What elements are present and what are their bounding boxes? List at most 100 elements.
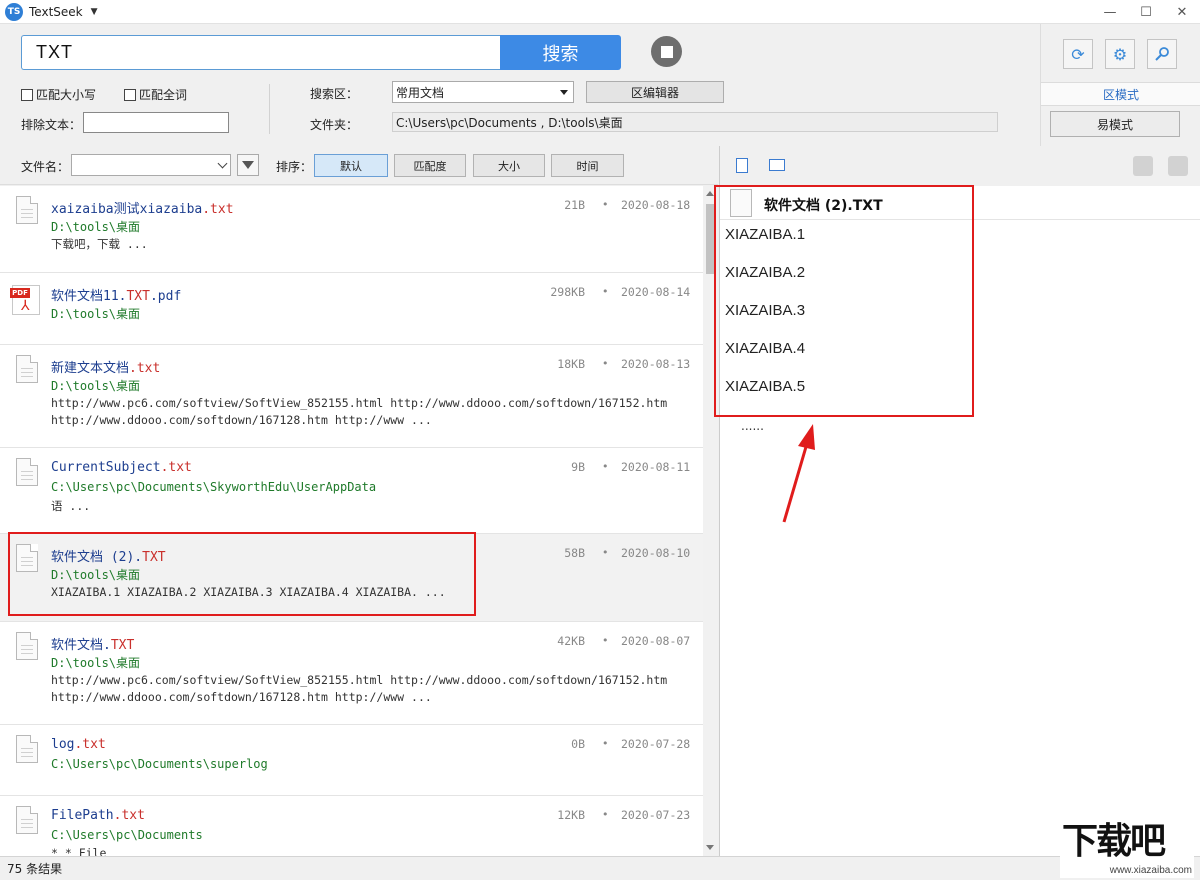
refresh-button[interactable]: ⟳ xyxy=(1063,39,1093,69)
preview-line: XIAZAIBA.3 xyxy=(725,302,806,319)
result-row[interactable]: xaizaiba测试xiazaiba.txt D:\tools\桌面 下载吧，下… xyxy=(0,186,703,273)
exclude-text-input[interactable] xyxy=(83,112,229,133)
result-size: 298KB xyxy=(550,285,585,299)
pdf-document-icon: PDF ⅄ xyxy=(10,285,40,315)
watermark-logo: 下载吧 www.xiazaiba.com xyxy=(1060,821,1194,878)
annotation-arrow-icon xyxy=(782,424,815,523)
result-filename: xaizaiba测试xiazaiba xyxy=(51,202,203,217)
result-count: 75 条结果 xyxy=(7,862,63,876)
text-document-icon xyxy=(16,735,38,763)
preview-header: 软件文档 (2).TXT xyxy=(720,186,1200,220)
result-extension-suffix: .pdf xyxy=(149,289,182,304)
result-row[interactable]: FilePath.txt C:\Users\pc\Documents * * F… xyxy=(0,796,703,856)
result-extension: TXT xyxy=(142,550,166,565)
result-date: 2020-08-13 xyxy=(621,357,691,371)
result-path: D:\tools\桌面 xyxy=(51,220,141,234)
result-path: C:\Users\pc\Documents xyxy=(51,828,203,842)
result-path: C:\Users\pc\Documents\superlog xyxy=(51,757,268,771)
sort-label: 排序： xyxy=(276,160,313,174)
magnifier-icon xyxy=(1155,47,1169,61)
watermark-url: www.xiazaiba.com xyxy=(1109,865,1192,876)
maximize-button[interactable]: ☐ xyxy=(1128,0,1164,24)
text-document-icon xyxy=(16,632,38,660)
scroll-up-icon[interactable] xyxy=(706,191,714,196)
result-extension: .txt xyxy=(74,737,106,752)
right-tools-panel: ⟳ ⚙ 区模式 易模式 xyxy=(1040,24,1200,146)
filename-label: 文件名： xyxy=(21,160,70,174)
result-snippet: http://www.pc6.com/softview/SoftView_852… xyxy=(51,673,668,704)
separator-dot: • xyxy=(602,737,609,750)
search-options-area: 搜索 匹配大小写 匹配全词 排除文本： 搜索区： 常用文档 区编辑器 文件夹： … xyxy=(0,24,1200,146)
zone-editor-button[interactable]: 区编辑器 xyxy=(586,81,724,103)
preview-toolbar xyxy=(719,146,1200,185)
sort-time-button[interactable]: 时间 xyxy=(551,154,624,177)
result-date: 2020-07-23 xyxy=(621,808,691,822)
app-logo-icon: TS xyxy=(5,2,23,21)
match-case-checkbox[interactable]: 匹配大小写 xyxy=(21,86,96,103)
search-zone-select[interactable]: 常用文档 xyxy=(392,81,574,103)
result-path: D:\tools\桌面 xyxy=(51,656,141,670)
result-path: D:\tools\桌面 xyxy=(51,307,141,321)
prev-match-icon[interactable] xyxy=(1133,156,1153,176)
search-zone-value: 常用文档 xyxy=(396,85,445,100)
separator-dot: • xyxy=(602,198,609,211)
gear-icon: ⚙ xyxy=(1112,44,1128,64)
result-snippet: 语 ... xyxy=(51,499,91,513)
result-row[interactable]: CurrentSubject.txt C:\Users\pc\Documents… xyxy=(0,448,703,534)
zone-mode-tab[interactable]: 区模式 xyxy=(1041,82,1200,106)
result-row[interactable]: log.txt C:\Users\pc\Documents\superlog 0… xyxy=(0,725,703,796)
result-snippet: * * File xyxy=(51,846,107,856)
exclude-text-label: 排除文本： xyxy=(21,118,82,132)
result-extension: .txt xyxy=(113,808,145,823)
result-date: 2020-08-10 xyxy=(621,546,691,560)
search-button[interactable]: 搜索 xyxy=(500,35,621,70)
stop-button[interactable] xyxy=(651,36,682,67)
preview-line: XIAZAIBA.4 xyxy=(725,340,806,357)
filter-button[interactable] xyxy=(237,154,259,176)
filter-bar: 文件名： 排序： 默认 匹配度 大小 时间 xyxy=(0,146,718,185)
dropdown-arrow-icon xyxy=(560,90,568,95)
sort-default-button[interactable]: 默认 xyxy=(314,154,388,177)
minimize-button[interactable]: — xyxy=(1092,0,1128,24)
separator-dot: • xyxy=(602,357,609,370)
result-size: 58B xyxy=(564,546,585,560)
preview-line: XIAZAIBA.5 xyxy=(725,378,806,395)
result-size: 12KB xyxy=(557,808,585,822)
result-date: 2020-08-11 xyxy=(621,460,691,474)
app-menu-dropdown-icon[interactable]: ▼ xyxy=(91,7,98,17)
chevron-down-icon[interactable] xyxy=(217,158,228,169)
result-extension: TXT xyxy=(126,289,150,304)
scroll-thumb[interactable] xyxy=(706,204,715,274)
open-folder-button[interactable] xyxy=(767,155,787,175)
sort-size-button[interactable]: 大小 xyxy=(473,154,545,177)
search-tool-button[interactable] xyxy=(1147,39,1177,69)
folder-path-field[interactable]: C:\Users\pc\Documents , D:\tools\桌面 xyxy=(392,112,998,132)
settings-button[interactable]: ⚙ xyxy=(1105,39,1135,69)
result-row-selected[interactable]: 软件文档 (2).TXT D:\tools\桌面 XIAZAIBA.1 XIAZ… xyxy=(0,534,703,622)
easy-mode-button[interactable]: 易模式 xyxy=(1050,111,1180,137)
open-file-button[interactable] xyxy=(732,155,752,175)
search-box[interactable] xyxy=(21,35,501,70)
result-filename: 软件文档11. xyxy=(51,289,127,304)
result-row[interactable]: PDF ⅄ 软件文档11.TXT.pdf D:\tools\桌面 298KB • … xyxy=(0,273,703,345)
result-row[interactable]: 软件文档.TXT D:\tools\桌面 http://www.pc6.com/… xyxy=(0,622,703,725)
result-size: 18KB xyxy=(557,357,585,371)
close-button[interactable]: ✕ xyxy=(1164,0,1200,24)
folder-label: 文件夹： xyxy=(310,118,359,132)
result-path: C:\Users\pc\Documents\SkyworthEdu\UserAp… xyxy=(51,480,377,494)
text-document-icon xyxy=(16,806,38,834)
match-whole-word-checkbox[interactable]: 匹配全词 xyxy=(124,86,187,103)
search-input[interactable] xyxy=(22,36,501,69)
filename-filter-input[interactable] xyxy=(71,154,231,176)
next-match-icon[interactable] xyxy=(1168,156,1188,176)
checkbox-icon xyxy=(124,88,136,101)
result-size: 0B xyxy=(571,737,585,751)
watermark-brand: 下载吧 xyxy=(1062,821,1166,862)
scroll-down-icon[interactable] xyxy=(706,845,714,850)
result-extension: TXT xyxy=(110,638,135,653)
results-scrollbar[interactable] xyxy=(703,186,718,856)
result-row[interactable]: 新建文本文档.txt D:\tools\桌面 http://www.pc6.co… xyxy=(0,345,703,448)
sort-relevance-button[interactable]: 匹配度 xyxy=(394,154,466,177)
result-filename: 软件文档. xyxy=(51,638,111,653)
results-list: xaizaiba测试xiazaiba.txt D:\tools\桌面 下载吧，下… xyxy=(0,186,703,856)
